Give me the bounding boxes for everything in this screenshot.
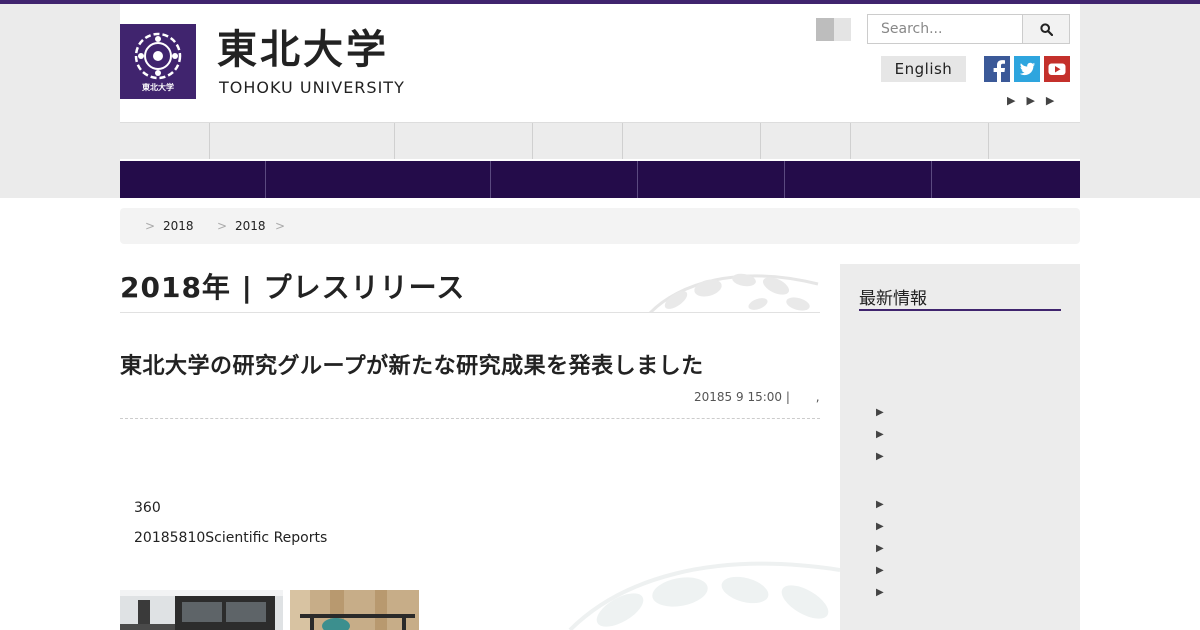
breadcrumb-separator: > [217, 219, 228, 233]
leaf-pattern-icon [648, 273, 819, 312]
font-size-small-button[interactable] [816, 18, 834, 41]
english-site-button[interactable]: English [881, 56, 966, 82]
site-header: 東北大学 東北大学 TOHOKU UNIVERSITY English ▶▶▶ [120, 4, 1080, 198]
util-nav-item[interactable] [989, 123, 1080, 159]
page-title: 2018年 | プレスリリース [120, 271, 466, 304]
breadcrumb-item[interactable]: 2018 [163, 219, 194, 233]
photo-device-image [290, 590, 419, 630]
article-category: , [815, 390, 820, 404]
background-leaf-pattern-icon [568, 561, 840, 630]
university-logo-mark[interactable]: 東北大学 [120, 24, 196, 99]
main-nav-item[interactable] [638, 161, 785, 198]
twitter-icon [1019, 62, 1035, 76]
article-meta: 20185 9 15:00 | , [694, 390, 820, 404]
article-photo-lab[interactable] [120, 590, 283, 630]
font-size-switch [816, 18, 851, 41]
sidebar-link-arrow[interactable]: ▶ [876, 565, 884, 576]
page-title-block: 2018年 | プレスリリース [120, 264, 820, 313]
sidebar-link-arrow[interactable]: ▶ [876, 499, 884, 510]
article-paragraph: 360 [134, 500, 161, 516]
twitter-link[interactable] [1014, 56, 1040, 82]
breadcrumb-separator: > [275, 219, 286, 233]
util-nav-item[interactable] [761, 123, 851, 159]
header-quick-links[interactable]: ▶▶▶ [1007, 94, 1065, 107]
article-photo-device[interactable] [290, 590, 419, 630]
sidebar: 最新情報 ▶ ▶ ▶ ▶ ▶ ▶ ▶ ▶ [840, 264, 1080, 630]
sidebar-link-arrow[interactable]: ▶ [876, 451, 884, 462]
breadcrumb: > 2018 > 2018 > [120, 208, 1080, 244]
sidebar-link-arrow[interactable]: ▶ [876, 407, 884, 418]
logo-english-name[interactable]: TOHOKU UNIVERSITY [219, 78, 405, 97]
article-paragraph: 20185810Scientific Reports [134, 530, 328, 546]
main-nav-item[interactable] [932, 161, 1080, 198]
facebook-icon [993, 60, 1005, 82]
util-nav-item[interactable] [120, 123, 210, 159]
main-navigation [120, 161, 1080, 198]
youtube-icon [1048, 63, 1066, 75]
article-date: 20185 9 15:00 | [694, 390, 790, 404]
breadcrumb-separator: > [145, 219, 156, 233]
util-nav-item[interactable] [851, 123, 989, 159]
youtube-link[interactable] [1044, 56, 1070, 82]
sidebar-link-arrow[interactable]: ▶ [876, 543, 884, 554]
util-nav-item[interactable] [210, 123, 395, 159]
logo-japanese-name[interactable]: 東北大学 [217, 26, 389, 74]
photo-lab-image [120, 590, 283, 630]
util-nav-item[interactable] [395, 123, 533, 159]
crest-icon [134, 32, 182, 80]
breadcrumb-item[interactable]: 2018 [235, 219, 266, 233]
search-input[interactable] [867, 14, 1023, 44]
util-nav-item[interactable] [623, 123, 761, 159]
article-title[interactable]: 東北大学の研究グループが新たな研究成果を発表しました [120, 348, 704, 380]
main-nav-item[interactable] [120, 161, 266, 198]
logo-mark-text: 東北大学 [142, 83, 174, 92]
font-size-large-button[interactable] [834, 18, 851, 41]
facebook-link[interactable] [984, 56, 1010, 82]
search-button[interactable] [1022, 14, 1070, 44]
sidebar-link-arrow[interactable]: ▶ [876, 521, 884, 532]
sidebar-link-arrow[interactable]: ▶ [876, 587, 884, 598]
util-nav-item[interactable] [533, 123, 623, 159]
main-nav-item[interactable] [491, 161, 638, 198]
main-nav-item[interactable] [266, 161, 491, 198]
search-icon [1040, 23, 1053, 36]
article-divider [120, 418, 820, 419]
main-nav-item[interactable] [785, 161, 932, 198]
sidebar-title: 最新情報 [859, 284, 1061, 311]
sidebar-link-arrow[interactable]: ▶ [876, 429, 884, 440]
utility-navigation [120, 122, 1080, 159]
